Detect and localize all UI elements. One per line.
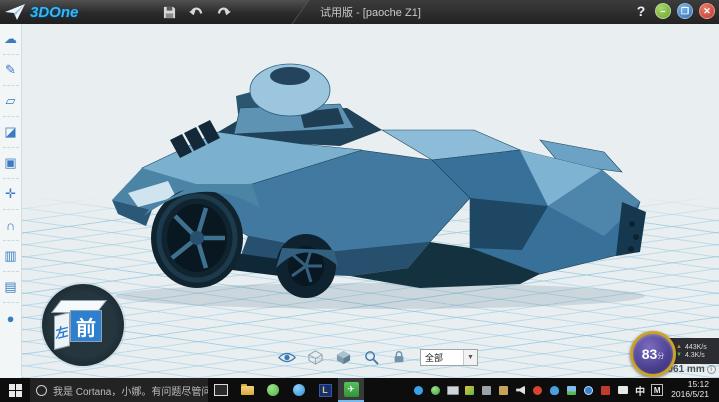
task-view-icon	[214, 384, 228, 396]
lol-icon: L	[319, 384, 332, 397]
close-button[interactable]: ✕	[699, 3, 715, 19]
magnet-snap-icon[interactable]: ∩	[1, 214, 21, 236]
volume-icon[interactable]	[514, 384, 527, 397]
move-tool-icon[interactable]: ✛	[1, 183, 21, 205]
cloud-library-icon[interactable]: ☁	[1, 28, 21, 50]
cortana-icon	[36, 385, 47, 396]
minimize-button[interactable]: –	[655, 3, 671, 19]
windows-logo-icon	[9, 384, 22, 397]
sketch-pen-icon[interactable]: ✎	[1, 59, 21, 81]
visibility-eye-icon[interactable]	[278, 348, 296, 366]
bluetooth-icon[interactable]	[412, 384, 425, 397]
redo-button[interactable]	[214, 3, 232, 21]
cloud-tray-icon[interactable]	[548, 384, 561, 397]
windows-taskbar: 我是 Cortana，小娜。有问题尽管问我。 L ✈ 中 M 15:12 201…	[0, 378, 719, 402]
green-browser-icon	[267, 384, 279, 396]
taskbar-browser[interactable]	[260, 378, 286, 402]
start-button[interactable]	[0, 378, 30, 402]
display-toolbar: 全部 ▼	[278, 348, 478, 366]
ime-indicator[interactable]: 中	[633, 383, 647, 398]
task-view-button[interactable]	[208, 378, 234, 402]
save-button[interactable]	[160, 3, 178, 21]
left-toolbar: ☁ ✎ ▱ ◪ ▣ ✛ ∩ ▥ ▤ ●	[0, 24, 22, 378]
sogou-flame-icon[interactable]	[531, 384, 544, 397]
taskbar-lol[interactable]: L	[312, 378, 338, 402]
shaded-display-icon[interactable]	[334, 348, 352, 366]
score-suffix: 分	[657, 351, 664, 361]
upload-arrow-icon: ▲	[676, 344, 682, 350]
sketch-plane-icon[interactable]: ▱	[1, 90, 21, 112]
folder-icon	[241, 386, 254, 395]
help-button[interactable]: ?	[633, 3, 649, 19]
antivirus-orb-icon[interactable]	[429, 384, 442, 397]
taskbar-netdisk[interactable]	[286, 378, 312, 402]
selection-filter-value: 全部	[421, 351, 463, 364]
restore-button[interactable]: ❐	[677, 3, 693, 19]
ime-m-icon[interactable]: M	[651, 384, 663, 396]
cortana-search-box[interactable]: 我是 Cortana，小娜。有问题尽管问我。	[30, 378, 208, 402]
window-title: 试用版 - [paoche Z1]	[320, 0, 421, 24]
taskbar-3done-active[interactable]: ✈	[338, 378, 364, 402]
cortana-placeholder: 我是 Cortana，小娜。有问题尽管问我。	[53, 383, 208, 398]
clock-date: 2016/5/21	[671, 390, 709, 400]
3done-plane-icon: ✈	[344, 382, 359, 397]
view-cube[interactable]: 左 前	[42, 284, 124, 366]
mail-tray-icon[interactable]	[599, 384, 612, 397]
shield-icon[interactable]	[463, 384, 476, 397]
chevron-down-icon[interactable]: ▼	[463, 350, 477, 365]
briefcase-tray-icon[interactable]	[497, 384, 510, 397]
title-bar: 3DOne 试用版 - [paoche Z1] ? – ❐ ✕	[0, 0, 719, 24]
sphere-tool-icon[interactable]: ●	[1, 307, 21, 329]
lock-icon[interactable]	[390, 348, 408, 366]
taskbar-file-explorer[interactable]	[234, 378, 260, 402]
globe-icon[interactable]	[582, 384, 595, 397]
view-cube-left-face[interactable]: 左	[54, 312, 70, 350]
score-gauge[interactable]: 83 分	[630, 331, 676, 377]
paper-plane-logo-icon	[4, 3, 26, 21]
download-speed: 4.3K/s	[685, 352, 705, 359]
taskbar-clock[interactable]: 15:12 2016/5/21	[667, 380, 715, 400]
grid-info-icon: i	[707, 365, 716, 374]
view-cube-front-face[interactable]: 前	[70, 310, 102, 342]
layers-panel-icon[interactable]: ▤	[1, 276, 21, 298]
app-logo: 3DOne	[4, 1, 78, 23]
undo-button[interactable]	[187, 3, 205, 21]
logo-text: 3DOne	[30, 4, 78, 21]
selection-filter-dropdown[interactable]: 全部 ▼	[420, 349, 478, 366]
image-tray-icon[interactable]	[565, 384, 578, 397]
upload-speed: 443K/s	[685, 344, 707, 351]
blue-netdisk-icon	[293, 384, 305, 396]
viewport-canvas[interactable]	[22, 24, 719, 378]
tool-tray-icon[interactable]	[480, 384, 493, 397]
system-tray: 中 M 15:12 2016/5/21	[412, 380, 719, 400]
zoom-magnifier-icon[interactable]	[362, 348, 380, 366]
solid-cube-icon[interactable]: ▣	[1, 152, 21, 174]
box-feature-icon[interactable]: ▥	[1, 245, 21, 267]
chat-tray-icon[interactable]	[616, 384, 629, 397]
score-value: 83	[642, 346, 658, 362]
download-arrow-icon: ▼	[676, 352, 682, 358]
display-tray-icon[interactable]	[446, 384, 459, 397]
eraser-edit-icon[interactable]: ◪	[1, 121, 21, 143]
wireframe-display-icon[interactable]	[306, 348, 324, 366]
